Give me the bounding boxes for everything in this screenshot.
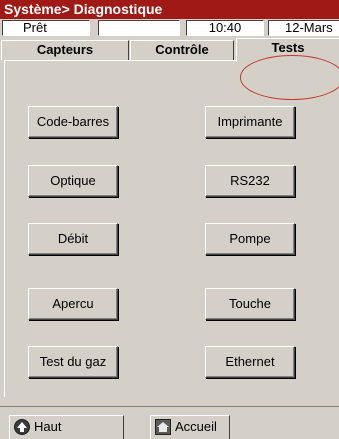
haut-button[interactable]: Haut [9, 415, 124, 439]
imprimante-test-button[interactable]: Imprimante [205, 106, 295, 138]
rs232-test-button[interactable]: RS232 [205, 165, 295, 197]
status-state: Prêt [2, 20, 90, 36]
home-icon [155, 419, 171, 435]
status-date: 12-Mars [268, 20, 339, 36]
tab-bar: Capteurs Contrôle Tests [0, 38, 339, 62]
window-title: Système> Diagnostique [0, 0, 339, 19]
accueil-button[interactable]: Accueil [150, 415, 230, 439]
debit-test-button[interactable]: Débit [28, 223, 118, 255]
diagnostic-panel: Système> Diagnostique Prêt 10:40 12-Mars… [0, 0, 339, 439]
footer-bar: Haut Accueil [0, 406, 339, 439]
touche-test-button[interactable]: Touche [205, 288, 295, 320]
apercu-test-button[interactable]: Apercu [28, 288, 118, 320]
haut-label: Haut [34, 419, 62, 434]
up-arrow-icon [14, 419, 30, 435]
pompe-test-button[interactable]: Pompe [205, 223, 295, 255]
optique-test-button[interactable]: Optique [28, 165, 118, 197]
ethernet-test-button[interactable]: Ethernet [205, 346, 295, 378]
accueil-label: Accueil [175, 419, 217, 434]
tests-content: Code-barres Imprimante Optique RS232 Déb… [4, 60, 339, 397]
gaz-test-button[interactable]: Test du gaz [28, 346, 118, 378]
status-bar: Prêt 10:40 12-Mars [0, 19, 339, 38]
tab-controle[interactable]: Contrôle [130, 40, 234, 60]
status-time: 10:40 [186, 20, 264, 36]
codebarres-test-button[interactable]: Code-barres [28, 106, 118, 138]
status-blank [98, 20, 180, 36]
tab-capteurs[interactable]: Capteurs [1, 40, 129, 60]
tab-tests[interactable]: Tests [236, 38, 339, 62]
